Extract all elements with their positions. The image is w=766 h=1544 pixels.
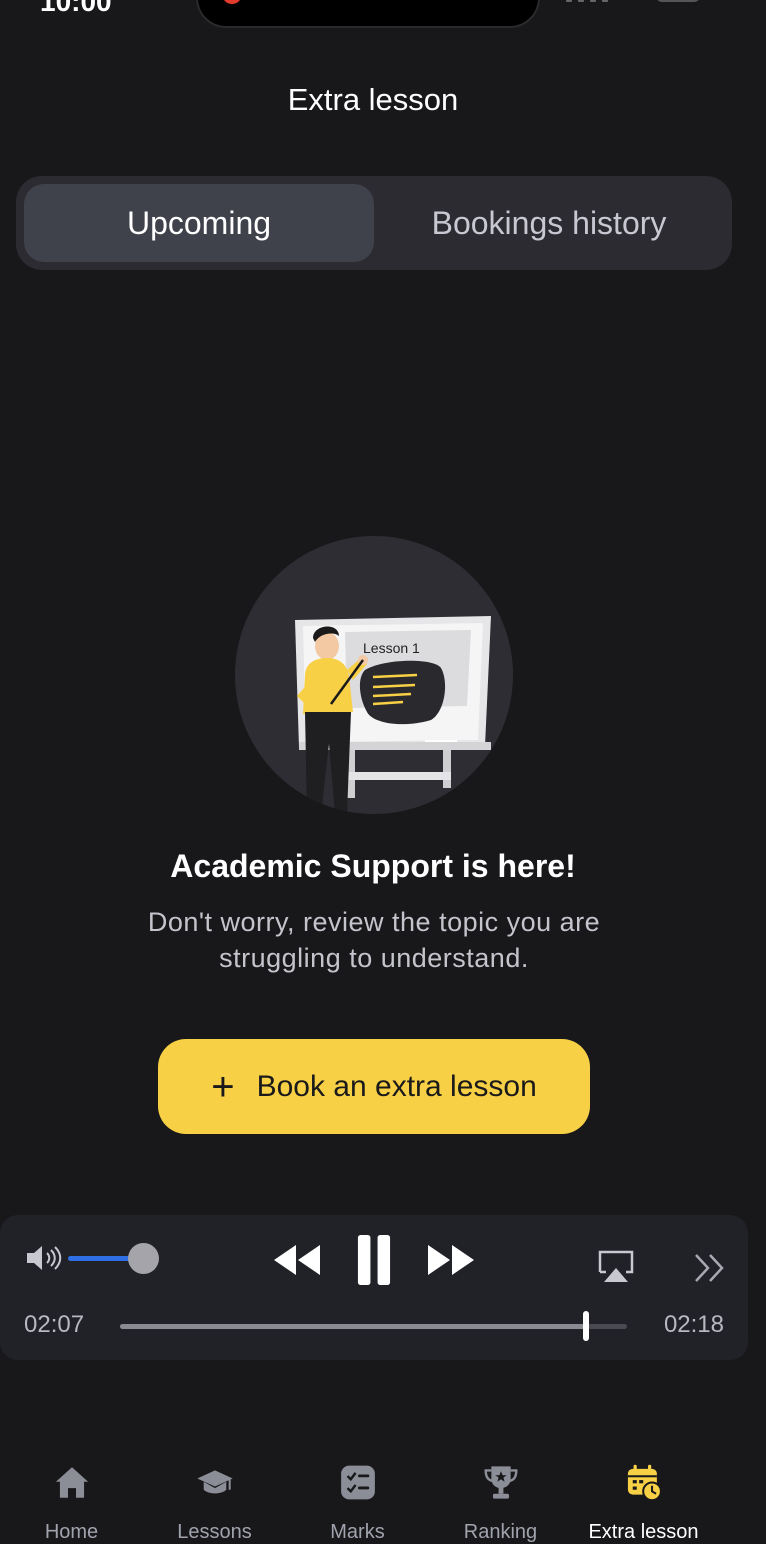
segmented-control: Upcoming Bookings history bbox=[16, 176, 732, 270]
media-player: 02:07 02:18 bbox=[0, 1215, 748, 1360]
plus-icon: + bbox=[211, 1064, 235, 1109]
tabbar-label: Marks bbox=[330, 1521, 385, 1543]
trophy-icon bbox=[484, 1466, 517, 1499]
tabbar-item-lessons[interactable]: Lessons bbox=[143, 1450, 286, 1544]
volume-level bbox=[68, 1256, 136, 1261]
tab-bookings-history[interactable]: Bookings history bbox=[374, 184, 724, 262]
tabbar-label: Lessons bbox=[177, 1521, 252, 1543]
graduation-cap-icon bbox=[196, 1470, 233, 1494]
tabbar-item-ranking[interactable]: Ranking bbox=[429, 1450, 572, 1544]
empty-state-heading: Academic Support is here! bbox=[170, 848, 576, 884]
tabbar-item-marks[interactable]: Marks bbox=[286, 1450, 429, 1544]
tabbar-item-extra-lesson[interactable]: Extra lesson bbox=[572, 1450, 715, 1544]
tabbar-label: Home bbox=[44, 1521, 99, 1543]
battery-icon bbox=[656, 0, 700, 2]
progress-handle[interactable] bbox=[583, 1311, 590, 1341]
skip-forward-icon[interactable] bbox=[692, 1243, 728, 1293]
book-extra-lesson-label: Book an extra lesson bbox=[256, 1069, 537, 1103]
page-title: Extra lesson bbox=[287, 82, 459, 117]
airplay-icon[interactable] bbox=[596, 1241, 636, 1291]
progress-bar[interactable] bbox=[120, 1324, 627, 1329]
signal-icon bbox=[566, 0, 626, 2]
tabbar-item-home[interactable]: Home bbox=[0, 1450, 143, 1544]
elapsed-time: 02:07 bbox=[24, 1311, 85, 1338]
progress-fill bbox=[120, 1324, 587, 1329]
checklist-icon bbox=[340, 1465, 375, 1500]
total-time: 02:18 bbox=[663, 1311, 724, 1338]
calendar-clock-icon bbox=[627, 1464, 662, 1501]
rewind-icon[interactable] bbox=[272, 1235, 322, 1285]
empty-state-description: Don't worry, review the topic you are st… bbox=[147, 907, 601, 973]
bottom-tab-bar: Home Lessons Marks Ranking Extra lesson bbox=[0, 1450, 766, 1544]
screen: 10:00 Extra lesson Upcoming Bookings his… bbox=[0, 0, 766, 1544]
tabbar-label: Extra lesson bbox=[588, 1521, 699, 1543]
dynamic-island bbox=[196, 0, 540, 28]
fast-forward-icon[interactable] bbox=[426, 1235, 476, 1285]
board-title: Lesson 1 bbox=[363, 640, 420, 656]
volume-icon[interactable] bbox=[24, 1243, 64, 1273]
status-time: 10:00 bbox=[40, 0, 112, 17]
home-icon bbox=[55, 1467, 88, 1498]
tab-upcoming[interactable]: Upcoming bbox=[24, 184, 374, 262]
tabbar-label: Ranking bbox=[463, 1521, 538, 1543]
pause-icon[interactable] bbox=[352, 1235, 396, 1285]
volume-knob[interactable] bbox=[128, 1243, 159, 1274]
book-extra-lesson-button[interactable]: + Book an extra lesson bbox=[158, 1039, 590, 1134]
teacher-illustration: Lesson 1 bbox=[235, 536, 513, 814]
